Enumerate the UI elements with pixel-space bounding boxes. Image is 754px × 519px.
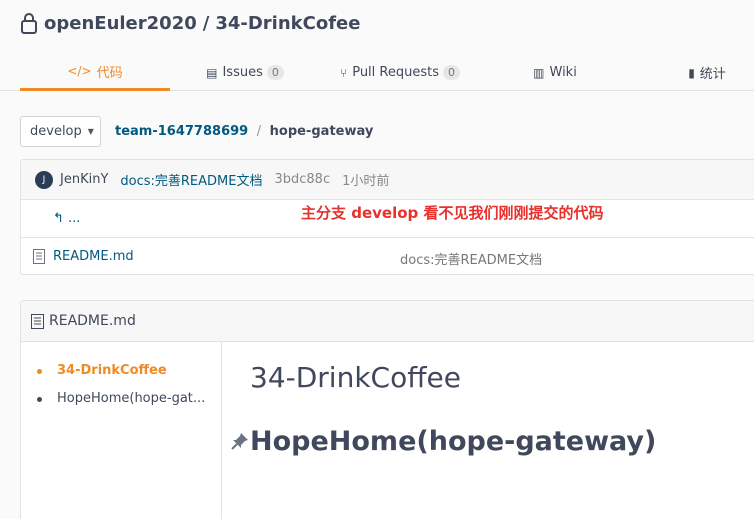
lock-icon — [21, 13, 37, 34]
list-item: ↰ ... 主分支 develop 看不见我们刚刚提交的代码 — [21, 200, 754, 238]
avatar[interactable]: J — [35, 170, 53, 189]
file-list: J JenKinY docs:完善README文档 3bdc88c 1小时前 ↰… — [20, 159, 754, 275]
bullet-icon — [37, 369, 42, 374]
tab-code[interactable]: </> 代码 — [20, 54, 170, 91]
pull-requests-count-badge: 0 — [443, 65, 460, 80]
repo-tabs: </> 代码 ▤ Issues 0 ⑂ Pull Requests 0 ▥ Wi… — [0, 54, 754, 91]
branch-selector[interactable]: develop ▼ — [20, 116, 101, 147]
tab-stats-label: 统计 — [699, 67, 726, 82]
branch-selector-label: develop — [30, 124, 82, 139]
readme-header: README.md — [21, 301, 754, 342]
readme-toc: 34-DrinkCoffee HopeHome(hope-gat... — [21, 342, 222, 519]
commit-time: 1小时前 — [342, 174, 390, 189]
bullet-icon — [37, 397, 42, 402]
readme-content: 34-DrinkCoffee HopeHome(hope-gateway) — [223, 342, 754, 519]
stats-icon: ▮ — [688, 65, 695, 80]
repo-owner-link[interactable]: openEuler2020 — [44, 13, 197, 34]
toc-item-34-drinkcoffee[interactable]: 34-DrinkCoffee — [21, 363, 211, 391]
repo-name-link[interactable]: 34-DrinkCofee — [215, 13, 360, 34]
file-commit-link[interactable]: docs:完善README文档 — [400, 249, 542, 268]
repo-title: openEuler2020 / 34-DrinkCofee — [20, 10, 360, 36]
commit-message-link[interactable]: docs:完善README文档 — [120, 170, 262, 189]
issues-icon: ▤ — [206, 65, 218, 80]
tab-stats[interactable]: ▮ 统计 — [672, 54, 742, 91]
readme-panel: README.md 34-DrinkCoffee HopeHome(hope-g… — [20, 300, 754, 519]
wiki-icon: ▥ — [533, 65, 545, 80]
tab-wiki-label: Wiki — [549, 65, 577, 80]
readme-file-icon — [31, 313, 44, 329]
tab-issues-label: Issues — [222, 65, 263, 80]
toc-item-hopehome[interactable]: HopeHome(hope-gat... — [21, 391, 211, 419]
readme-heading-2: HopeHome(hope-gateway) — [250, 426, 657, 457]
last-commit-row: J JenKinY docs:完善README文档 3bdc88c 1小时前 — [21, 160, 754, 200]
tab-code-label: 代码 — [96, 65, 123, 81]
tab-pull-requests[interactable]: ⑂ Pull Requests 0 — [330, 54, 470, 91]
chevron-down-icon: ▼ — [87, 127, 94, 136]
readme-title: README.md — [49, 313, 136, 329]
tab-wiki[interactable]: ▥ Wiki — [520, 54, 590, 91]
repo-title-separator: / — [202, 12, 210, 34]
code-icon: </> — [67, 64, 92, 78]
file-name-link[interactable]: README.md — [53, 249, 134, 264]
repo-header: openEuler2020 / 34-DrinkCofee </> 代码 ▤ I… — [0, 0, 754, 91]
table-row: README.md docs:完善README文档 — [21, 238, 754, 276]
breadcrumb-separator: / — [256, 124, 262, 139]
breadcrumb-current: hope-gateway — [269, 124, 374, 139]
toc-item-label: 34-DrinkCoffee — [57, 363, 167, 378]
commit-sha-link[interactable]: 3bdc88c — [274, 172, 330, 187]
file-icon — [33, 249, 45, 264]
parent-directory-link[interactable]: ↰ ... — [53, 211, 80, 226]
tab-pull-requests-label: Pull Requests — [352, 65, 439, 80]
annotation-text: 主分支 develop 看不见我们刚刚提交的代码 — [301, 204, 604, 222]
tab-issues[interactable]: ▤ Issues 0 — [195, 54, 295, 91]
breadcrumb-owner-link[interactable]: team-1647788699 — [115, 124, 248, 139]
anchor-pin-icon[interactable] — [230, 431, 250, 451]
pull-request-icon: ⑂ — [340, 65, 348, 80]
breadcrumb: team-1647788699 / hope-gateway — [115, 124, 373, 139]
commit-author-link[interactable]: JenKinY — [60, 172, 108, 187]
issues-count-badge: 0 — [266, 65, 284, 80]
toc-item-label: HopeHome(hope-gat... — [57, 391, 206, 406]
readme-heading-1: 34-DrinkCoffee — [250, 361, 461, 394]
